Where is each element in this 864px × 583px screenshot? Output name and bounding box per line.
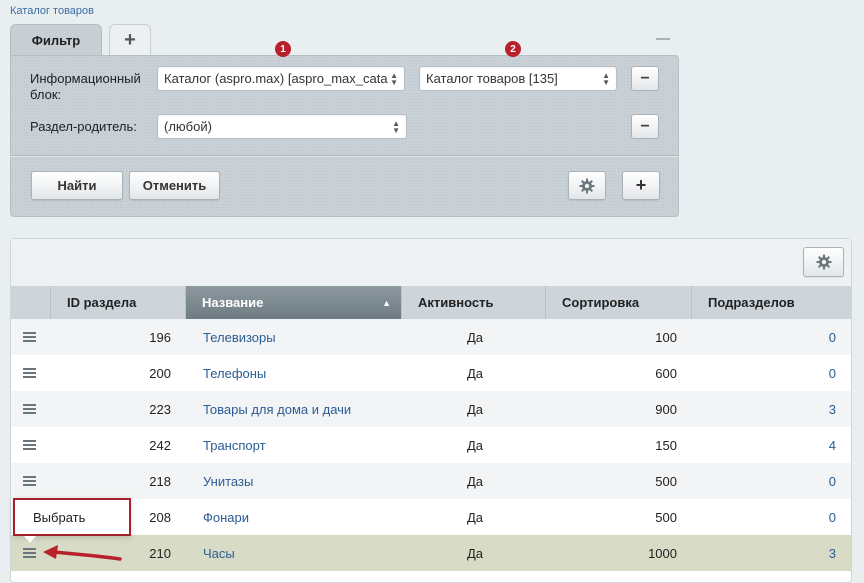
iblock-type-select[interactable]: Каталог (aspro.max) [aspro_max_cata ▲ ▼ [157,66,405,91]
select-arrows-icon: ▲ ▼ [602,71,610,87]
iblock-label: Информационный блок: [30,71,141,102]
row-menu-icon[interactable] [23,391,37,427]
annotation-arrow-icon [43,545,122,561]
cell-active: Да [466,473,484,489]
add-filter-field-button[interactable]: + [622,171,660,200]
collapse-filter-icon[interactable] [656,38,670,40]
select-arrows-icon: ▲ ▼ [392,119,400,135]
cell-active: Да [466,365,484,381]
iblock-value: Каталог товаров [135] [426,71,558,86]
cell-sort: 500 [655,509,677,525]
cell-id: 242 [149,437,171,453]
cell-sort: 150 [655,437,677,453]
cell-name-link[interactable]: Телефоны [203,355,403,391]
list-toolbar [11,239,851,286]
header-id[interactable]: ID раздела [51,286,186,319]
cell-active: Да [466,329,484,345]
cell-subsections-link[interactable]: 3 [693,391,838,427]
table-row[interactable]: 223 Товары для дома и дачи Да 900 3 [11,391,851,427]
cell-name-link[interactable]: Фонари [203,499,403,535]
tab-filter[interactable]: Фильтр [10,24,102,55]
annotation-badge-2: 2 [505,41,521,57]
cell-sort: 600 [655,365,677,381]
parent-section-label: Раздел-родитель: [30,119,137,134]
cell-sort: 100 [655,329,677,345]
header-active[interactable]: Активность [402,286,546,319]
filter-settings-button[interactable] [568,171,606,200]
remove-parent-filter-button[interactable]: − [631,114,659,139]
cell-sort: 900 [655,401,677,417]
cell-name-link[interactable]: Товары для дома и дачи [203,391,403,427]
cell-name-link[interactable]: Унитазы [203,463,403,499]
header-action-column [11,286,51,319]
table-header: ID раздела Название ▲ Активность Сортиро… [11,286,851,319]
cell-subsections-link[interactable]: 4 [693,427,838,463]
row-menu-icon[interactable] [23,463,37,499]
parent-section-select[interactable]: (любой) ▲ ▼ [157,114,407,139]
cell-sort: 500 [655,473,677,489]
iblock-type-value: Каталог (aspro.max) [aspro_max_cata [164,71,388,86]
list-settings-button[interactable] [803,247,844,277]
cell-name-link[interactable]: Телевизоры [203,319,403,355]
cell-id: 200 [149,365,171,381]
cell-subsections-link[interactable]: 0 [693,463,838,499]
table-row[interactable]: 208 Фонари Да 500 0 [11,499,851,535]
header-subsections[interactable]: Подразделов [692,286,851,319]
table-row[interactable]: 218 Унитазы Да 500 0 [11,463,851,499]
table-row[interactable]: 200 Телефоны Да 600 0 [11,355,851,391]
cell-subsections-link[interactable]: 0 [693,355,838,391]
cell-subsections-link[interactable]: 0 [693,319,838,355]
parent-section-value: (любой) [164,119,212,134]
cell-sort: 1000 [648,545,677,561]
cell-active: Да [466,509,484,525]
cell-subsections-link[interactable]: 3 [693,535,838,571]
cell-active: Да [466,545,484,561]
cell-name-link[interactable]: Транспорт [203,427,403,463]
row-menu-icon[interactable] [23,319,37,355]
row-menu-icon[interactable] [23,427,37,463]
cell-active: Да [466,401,484,417]
header-sort[interactable]: Сортировка [546,286,692,319]
cell-active: Да [466,437,484,453]
cell-id: 218 [149,473,171,489]
context-menu-select-item[interactable]: Выбрать [13,498,131,536]
select-arrows-icon: ▲ ▼ [390,71,398,87]
cell-id: 223 [149,401,171,417]
row-menu-icon[interactable] [23,355,37,391]
gear-icon [816,254,831,270]
header-name-label: Название [202,295,264,310]
cell-name-link[interactable]: Часы [203,535,403,571]
add-filter-tab-button[interactable]: + [109,24,151,55]
table-row[interactable]: 242 Транспорт Да 150 4 [11,427,851,463]
sort-asc-icon: ▲ [382,297,391,308]
cancel-button[interactable]: Отменить [129,171,220,200]
cell-id: 196 [149,329,171,345]
context-menu-tail [24,536,36,543]
table-row[interactable]: 210 Часы Да 1000 3 [11,535,851,571]
table-row[interactable]: 196 Телевизоры Да 100 0 [11,319,851,355]
filter-divider-highlight [10,156,679,157]
breadcrumb[interactable]: Каталог товаров [10,5,94,17]
gear-icon [579,178,595,193]
header-name[interactable]: Название ▲ [186,286,402,319]
remove-iblock-filter-button[interactable]: − [631,66,659,91]
iblock-select[interactable]: Каталог товаров [135] ▲ ▼ [419,66,617,91]
find-button[interactable]: Найти [31,171,123,200]
cell-subsections-link[interactable]: 0 [693,499,838,535]
annotation-badge-1: 1 [275,41,291,57]
